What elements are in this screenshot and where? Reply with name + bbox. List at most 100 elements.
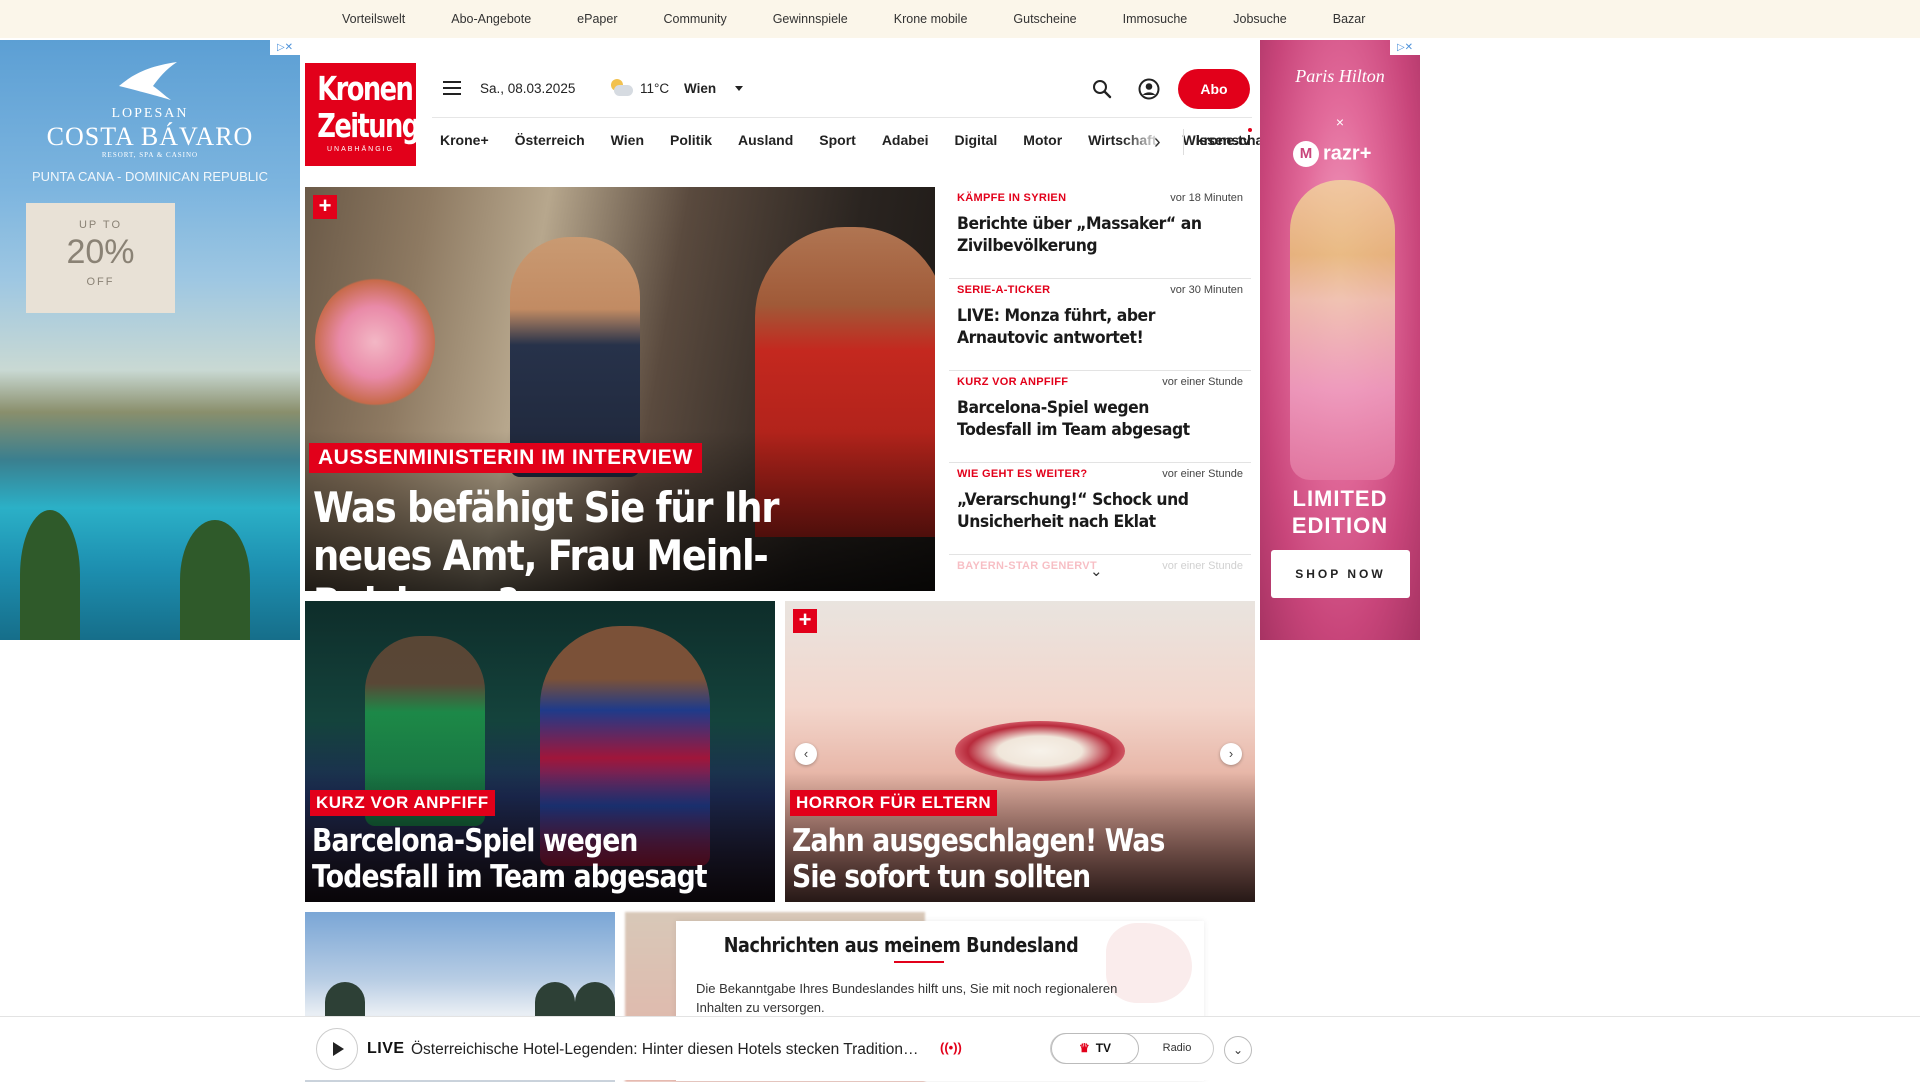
tv-option[interactable]: ♛ TV: [1051, 1033, 1139, 1064]
chevron-down-icon[interactable]: ⌄: [1224, 1036, 1252, 1064]
ticker-title[interactable]: Berichte über „Massaker“ an Zivilbevölke…: [957, 213, 1219, 257]
tv-radio-toggle[interactable]: ♛ TV Radio: [1050, 1033, 1214, 1064]
user-account-icon[interactable]: [1138, 78, 1160, 100]
utility-links: Vorteilswelt Abo-Angebote ePaper Communi…: [342, 0, 1411, 38]
utility-link-jobsuche[interactable]: Jobsuche: [1233, 12, 1287, 26]
chevron-down-icon[interactable]: ⌄: [1090, 562, 1103, 580]
teaser-headline[interactable]: Zahn ausgeschlagen! Was Sie sofort tun s…: [792, 823, 1188, 895]
utility-link-gutscheine[interactable]: Gutscheine: [1013, 12, 1076, 26]
utility-link-vorteilswelt[interactable]: Vorteilswelt: [342, 12, 405, 26]
ticker-item[interactable]: WIE GEHT ES WEITER? vor einer Stunde „Ve…: [949, 463, 1251, 555]
slider-next-button[interactable]: ›: [1220, 743, 1242, 765]
play-button[interactable]: [316, 1028, 358, 1070]
nav-item-sport[interactable]: Sport: [819, 132, 856, 148]
nav-fade: [1122, 118, 1182, 166]
ad-offer-top: UP TO: [78, 219, 123, 231]
nav-item-oesterreich[interactable]: Österreich: [515, 132, 585, 148]
menu-icon[interactable]: [443, 81, 461, 95]
news-ticker: KÄMPFE IN SYRIEN vor 18 Minuten Berichte…: [949, 187, 1251, 587]
teaser-kicker: KURZ VOR ANPFIFF: [310, 790, 495, 816]
utility-link-community[interactable]: Community: [663, 12, 726, 26]
ticker-title[interactable]: „Verarschung!“ Schock und Unsicherheit n…: [957, 489, 1219, 533]
teaser-zahn[interactable]: + ‹ › HORROR FÜR ELTERN Zahn ausgeschlag…: [785, 601, 1255, 902]
ad-brand-razr: Mrazr+: [1293, 141, 1393, 167]
crown-icon: ♛: [1078, 1041, 1090, 1055]
live-player-bar: LIVE Österreichische Hotel-Legenden: Hin…: [0, 1016, 1920, 1080]
bundesland-text: Die Bekanntgabe Ihres Bundeslandes hilft…: [696, 981, 1118, 1015]
nav-divider: [1183, 129, 1184, 155]
city-selector[interactable]: Wien: [684, 81, 716, 96]
ad-offer-bottom: OFF: [86, 276, 115, 288]
ticker-time: vor einer Stunde: [1162, 376, 1243, 388]
teaser-headline[interactable]: Barcelona-Spiel wegen Todesfall im Team …: [312, 823, 708, 895]
teaser-barcelona[interactable]: KURZ VOR ANPFIFF Barcelona-Spiel wegen T…: [305, 601, 775, 902]
main-navigation: Krone+ Österreich Wien Politik Ausland S…: [432, 117, 1273, 166]
motorola-logo-icon: M: [1293, 141, 1319, 167]
adchoices-icon[interactable]: ▷✕: [1390, 40, 1420, 55]
nav-item-motor[interactable]: Motor: [1023, 132, 1062, 148]
player-title[interactable]: Österreichische Hotel-Legenden: Hinter d…: [411, 1041, 918, 1059]
ad-brand-sub: RESORT, SPA & CASINO: [101, 151, 199, 159]
chevron-right-icon[interactable]: ›: [1154, 131, 1161, 154]
search-icon[interactable]: [1092, 79, 1112, 99]
nav-item-politik[interactable]: Politik: [670, 132, 712, 148]
chevron-down-icon[interactable]: [735, 86, 743, 91]
bird-logo-icon: [119, 62, 177, 100]
ticker-category: SERIE-A-TICKER: [957, 284, 1051, 296]
ticker-item[interactable]: KÄMPFE IN SYRIEN vor 18 Minuten Berichte…: [949, 187, 1251, 279]
logo-tagline: UNABHÄNGIG: [326, 146, 395, 153]
radio-option[interactable]: Radio: [1147, 1034, 1207, 1063]
utility-link-epaper[interactable]: ePaper: [577, 12, 617, 26]
ad-offer-value: 20%: [66, 233, 135, 271]
hero-story[interactable]: + AUSSENMINISTERIN IM INTERVIEW Was befä…: [305, 187, 935, 591]
ticker-item[interactable]: SERIE-A-TICKER vor 30 Minuten LIVE: Monz…: [949, 279, 1251, 371]
ticker-category: KÄMPFE IN SYRIEN: [957, 192, 1067, 204]
ad-headline-line-1: LIMITED: [1292, 486, 1388, 511]
ad-brand-paris-hilton: Paris Hilton: [1295, 66, 1385, 86]
current-date: Sa., 08.03.2025: [480, 81, 576, 96]
title-underline: [894, 961, 944, 963]
ad-headline-line-2: EDITION: [1291, 513, 1389, 538]
ticker-category: WIE GEHT ES WEITER?: [957, 468, 1088, 480]
utility-link-bazar[interactable]: Bazar: [1333, 12, 1366, 26]
temperature: 11°C: [640, 81, 670, 96]
ticker-title[interactable]: Barcelona-Spiel wegen Todesfall im Team …: [957, 397, 1219, 441]
ticker-category: KURZ VOR ANPFIFF: [957, 376, 1069, 388]
live-dot-icon: [1248, 128, 1252, 132]
utility-link-abo-angebote[interactable]: Abo-Angebote: [451, 12, 531, 26]
utility-link-krone-mobile[interactable]: Krone mobile: [894, 12, 968, 26]
nav-item-ausland[interactable]: Ausland: [738, 132, 793, 148]
nav-item-digital[interactable]: Digital: [955, 132, 998, 148]
krone-logo[interactable]: Kronen Zeitung UNABHÄNGIG: [305, 63, 420, 166]
ad-left-lopesan[interactable]: ▷✕ LOPESAN COSTA BÁVARO RESORT, SPA & CA…: [0, 40, 300, 640]
hero-headline[interactable]: Was befähigt Sie für Ihr neues Amt, Frau…: [313, 484, 841, 592]
top-utility-bar: Vorteilswelt Abo-Angebote ePaper Communi…: [0, 0, 1920, 38]
weather-icon: [609, 79, 633, 97]
ticker-time: vor einer Stunde: [1162, 468, 1243, 480]
ad-headline: LIMITED EDITION: [1260, 485, 1420, 539]
ad-right-paris-razr[interactable]: ▷✕ Paris Hilton × Mrazr+ LIMITED EDITION…: [1260, 40, 1420, 640]
broadcast-icon: ((•)): [940, 1040, 962, 1055]
nav-item-kronetv[interactable]: krone.tv: [1196, 132, 1250, 148]
krone-plus-icon: +: [793, 609, 817, 633]
utility-link-immosuche[interactable]: Immosuche: [1123, 12, 1188, 26]
ad-location: PUNTA CANA - DOMINICAN REPUBLIC: [32, 169, 268, 184]
nav-item-adabei[interactable]: Adabei: [882, 132, 929, 148]
abo-button[interactable]: Abo: [1178, 69, 1250, 109]
logo-line-2: Zeitung: [317, 106, 420, 145]
utility-link-gewinnspiele[interactable]: Gewinnspiele: [773, 12, 848, 26]
tv-label: TV: [1095, 1041, 1112, 1055]
shop-now-button[interactable]: SHOP NOW: [1271, 550, 1410, 598]
slider-prev-button[interactable]: ‹: [795, 743, 817, 765]
krone-plus-icon: +: [313, 195, 337, 219]
ticker-title[interactable]: LIVE: Monza führt, aber Arnautovic antwo…: [957, 305, 1219, 349]
nav-item-krone-plus[interactable]: Krone+: [440, 132, 489, 148]
nav-item-wien[interactable]: Wien: [611, 132, 644, 148]
ticker-time: vor 18 Minuten: [1170, 192, 1243, 204]
ticker-item[interactable]: KURZ VOR ANPFIFF vor einer Stunde Barcel…: [949, 371, 1251, 463]
ad-brand-top: LOPESAN: [111, 106, 189, 121]
hero-kicker: AUSSENMINISTERIN IM INTERVIEW: [309, 443, 702, 473]
ad-cross: ×: [1335, 114, 1345, 130]
ticker-category: BAYERN-STAR GENERVT: [957, 560, 1097, 572]
adchoices-icon[interactable]: ▷✕: [270, 40, 300, 55]
